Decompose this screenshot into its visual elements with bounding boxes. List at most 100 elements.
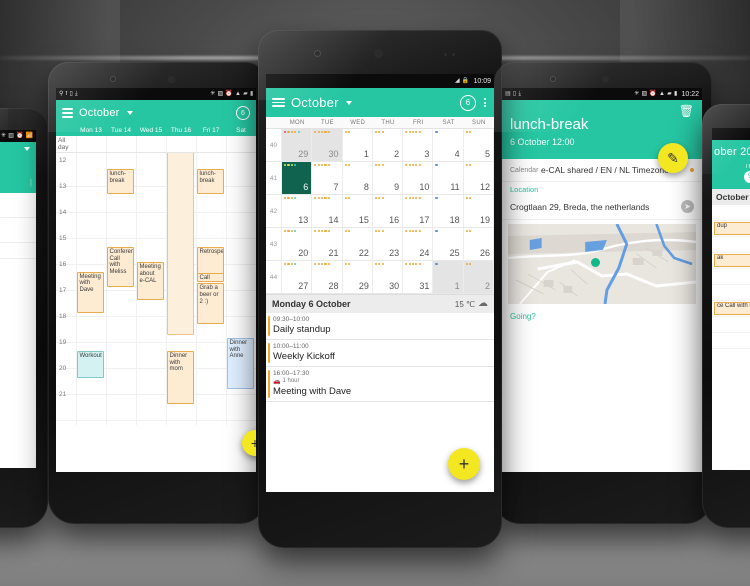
- week-event[interactable]: Meeting about e-CAL: [137, 262, 164, 301]
- day-grid-row[interactable]: [712, 333, 750, 349]
- going-label[interactable]: Going?: [502, 308, 702, 325]
- all-day-cell[interactable]: [226, 136, 256, 152]
- today-badge[interactable]: 6: [236, 106, 250, 120]
- trash-icon[interactable]: 🗑: [679, 105, 694, 117]
- month-day-cell-selected[interactable]: 6: [282, 162, 313, 194]
- all-day-cell[interactable]: [106, 136, 136, 152]
- agenda-event-item[interactable]: 09:30–10:00 Daily standup: [266, 313, 494, 340]
- all-day-cell[interactable]: [136, 136, 166, 152]
- month-day-cell[interactable]: 14: [312, 195, 343, 227]
- week-day-thu[interactable]: Thu 16: [166, 127, 196, 134]
- all-day-cell[interactable]: [196, 136, 226, 152]
- month-day-cell[interactable]: 24: [403, 228, 434, 260]
- location-row[interactable]: Crogtlaan 29, Breda, the netherlands ➤: [502, 194, 702, 220]
- month-day-cell[interactable]: 7: [312, 162, 343, 194]
- week-event[interactable]: Conference Call with Meliss: [107, 246, 134, 288]
- month-day-cell[interactable]: 23: [373, 228, 404, 260]
- week-event[interactable]: Retrospective: [197, 246, 224, 275]
- day-grid-row[interactable]: ak: [712, 253, 750, 269]
- week-event[interactable]: Workout: [77, 350, 104, 379]
- month-day-cell[interactable]: 17: [403, 195, 434, 227]
- day-event[interactable]: ce Call with M: [714, 302, 750, 315]
- agenda-event-item[interactable]: 16:00–17:30 🚗 1 hour Meeting with Dave: [266, 367, 494, 402]
- month-day-cell[interactable]: 21: [312, 228, 343, 260]
- day-grid-row[interactable]: ce Call with M: [712, 301, 750, 317]
- month-day-cell[interactable]: 26: [464, 228, 494, 260]
- hamburger-icon[interactable]: [62, 108, 73, 118]
- all-day-cell[interactable]: [76, 136, 106, 152]
- week-day-wed[interactable]: Wed 15: [136, 127, 166, 134]
- chevron-down-icon[interactable]: [345, 100, 352, 105]
- day-chip[interactable]: Thu 9: [712, 164, 750, 189]
- month-day-cell[interactable]: 10: [403, 162, 434, 194]
- month-day-cell[interactable]: 18: [433, 195, 464, 227]
- month-day-cell[interactable]: 19: [464, 195, 494, 227]
- day-grid-row[interactable]: dup: [712, 221, 750, 237]
- chevron-down-icon[interactable]: [126, 111, 133, 115]
- week-event[interactable]: Grab a beer or 2 :): [197, 283, 224, 324]
- month-day-cell[interactable]: 30: [312, 129, 343, 161]
- day-grid-row[interactable]: [712, 237, 750, 253]
- month-day-cell[interactable]: 31: [403, 261, 434, 293]
- month-day-cell[interactable]: 8: [343, 162, 373, 194]
- day-event[interactable]: ak: [714, 254, 750, 267]
- week-event[interactable]: lunch-break: [197, 168, 224, 194]
- appbar-title[interactable]: October: [79, 107, 120, 119]
- week-event[interactable]: Call denting: [197, 272, 224, 283]
- week-day-sat[interactable]: Sat: [226, 127, 256, 134]
- day-grid-row[interactable]: [712, 285, 750, 301]
- month-day-cell[interactable]: 12: [464, 162, 494, 194]
- week-event[interactable]: Dinner with Anne: [227, 337, 254, 389]
- list-item[interactable]: s.nl: [0, 243, 36, 259]
- month-day-cell[interactable]: 29: [282, 129, 313, 161]
- month-day-cell[interactable]: 29: [343, 261, 373, 293]
- day-grid-row[interactable]: [712, 317, 750, 333]
- month-day-cell[interactable]: 5: [464, 129, 494, 161]
- edit-event-fab[interactable]: ✎: [658, 143, 688, 173]
- list-item[interactable]: r s.nl: [0, 218, 36, 243]
- week-day-mon[interactable]: Mon 13: [76, 127, 106, 134]
- week-event[interactable]: Dinner with mom: [167, 350, 194, 405]
- today-badge[interactable]: 6: [460, 94, 476, 111]
- month-day-cell[interactable]: 22: [343, 228, 373, 260]
- month-day-cell[interactable]: 4: [433, 129, 464, 161]
- location-map[interactable]: [508, 224, 696, 304]
- day-event[interactable]: dup: [714, 222, 750, 235]
- appbar-title[interactable]: October: [291, 95, 339, 110]
- month-day-cell[interactable]: 1: [433, 261, 464, 293]
- all-day-cell[interactable]: [166, 136, 196, 152]
- agenda-event-item[interactable]: 10:00–11:00 Weekly Kickoff: [266, 340, 494, 367]
- kebab-icon[interactable]: [482, 97, 488, 108]
- month-day-cell[interactable]: 2: [373, 129, 404, 161]
- chevron-down-icon[interactable]: [24, 147, 30, 151]
- add-event-fab[interactable]: +: [242, 430, 256, 456]
- month-day-cell[interactable]: 27: [282, 261, 313, 293]
- week-day-fri[interactable]: Fri 17: [196, 127, 226, 134]
- all-day-row[interactable]: All day: [56, 136, 256, 153]
- month-day-cell[interactable]: 2: [463, 261, 494, 293]
- month-day-cell[interactable]: 25: [433, 228, 464, 260]
- appbar-title[interactable]: ober 2014: [714, 146, 750, 158]
- month-day-cell[interactable]: 16: [373, 195, 404, 227]
- week-event[interactable]: lunch-break: [107, 168, 134, 194]
- list-item[interactable]: e s.nl: [0, 193, 36, 218]
- month-day-cell[interactable]: 11: [433, 162, 464, 194]
- add-event-fab[interactable]: +: [448, 448, 480, 480]
- month-day-cell[interactable]: 30: [373, 261, 404, 293]
- day-grid-row[interactable]: [712, 205, 750, 221]
- month-day-cell[interactable]: 13: [282, 195, 313, 227]
- navigate-icon[interactable]: ➤: [681, 200, 694, 213]
- month-day-cell[interactable]: 1: [343, 129, 373, 161]
- hamburger-icon[interactable]: [272, 97, 285, 108]
- month-day-cell[interactable]: 9: [373, 162, 404, 194]
- all-day-event-bar[interactable]: [167, 153, 194, 335]
- month-day-cell[interactable]: 20: [282, 228, 313, 260]
- week-grid[interactable]: 12 13 14 15 16 17 18 19 20 21 lunch-break lunch-br…: [56, 153, 256, 425]
- week-day-tue[interactable]: Tue 14: [106, 127, 136, 134]
- month-day-cell[interactable]: 28: [312, 261, 343, 293]
- month-day-cell[interactable]: 15: [343, 195, 373, 227]
- month-day-cell[interactable]: 3: [403, 129, 434, 161]
- month-grid[interactable]: 40 29 30 1 2 3 4 5 41 6 7 8 9 10 11 12 42 13 14 15 16 17 18 19 4…: [266, 129, 494, 294]
- day-grid-row[interactable]: [712, 269, 750, 285]
- week-event[interactable]: Meeting with Dave: [77, 271, 104, 314]
